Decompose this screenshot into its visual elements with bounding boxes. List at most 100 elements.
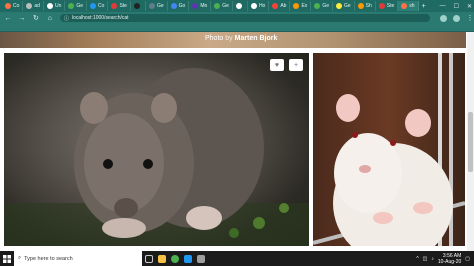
browser-tab[interactable]: Go (168, 1, 190, 11)
browser-tab[interactable]: Ge (65, 1, 88, 11)
tab-favicon-icon (314, 3, 321, 9)
close-icon[interactable]: ✕ (467, 3, 472, 10)
hero-banner: Photo by Marten Bjork (0, 32, 466, 48)
tab-label: Ex (301, 3, 308, 9)
chevron-up-icon[interactable]: ^ (416, 256, 418, 262)
tab-favicon-icon (133, 3, 140, 9)
browser-tab[interactable]: Sh (355, 1, 376, 11)
tab-label: Ge (222, 3, 229, 9)
tab-favicon-icon (401, 3, 408, 9)
photo-actions: ♥ + (270, 59, 303, 71)
tab-favicon-icon (26, 3, 33, 9)
browser-tab[interactable]: Ge (333, 1, 355, 11)
forward-icon[interactable]: → (18, 15, 26, 22)
reload-icon[interactable]: ↻ (32, 14, 40, 22)
tab-favicon-icon (335, 3, 342, 9)
browser-tab[interactable]: ad (23, 1, 44, 11)
tab-label: Co (13, 3, 20, 9)
vscode-icon[interactable] (181, 251, 194, 266)
like-button[interactable]: ♥ (270, 59, 284, 71)
tab-label: Sh (365, 3, 372, 9)
home-icon[interactable]: ⌂ (46, 15, 54, 22)
window-controls: — ☐ ✕ (440, 0, 472, 12)
tab-favicon-icon (192, 3, 199, 9)
tab-favicon-icon (235, 3, 242, 9)
tab-label: Ho (258, 3, 266, 9)
tab-favicon-icon (214, 3, 221, 9)
volume-icon[interactable]: ♪ (431, 256, 434, 262)
white-rat-photo-illustration (313, 53, 465, 246)
clock[interactable]: 3:56 AM 10-Aug-20 (438, 253, 461, 265)
browser-tab[interactable]: Mo (189, 1, 212, 11)
network-icon[interactable]: ◫ (423, 256, 428, 262)
tab-label: Ste (119, 3, 127, 9)
search-result-photo[interactable] (313, 53, 465, 246)
system-tray: ^ ◫ ♪ 3:56 AM 10-Aug-20 ▢ (416, 251, 470, 266)
tab-label: Co (98, 3, 105, 9)
tab-label: Mo (200, 3, 208, 9)
menu-icon[interactable]: ⋮ (466, 14, 474, 22)
back-icon[interactable]: ← (4, 15, 12, 22)
tab-favicon-icon (170, 3, 177, 9)
tab-label: ad (34, 3, 40, 9)
start-button[interactable] (0, 251, 14, 266)
tab-favicon-icon (357, 3, 364, 9)
browser-tab[interactable]: Co (2, 1, 24, 11)
add-to-collection-button[interactable]: + (289, 59, 303, 71)
photo-credit-author[interactable]: Marten Bjork (235, 35, 278, 42)
file-explorer-icon[interactable] (155, 251, 168, 266)
tab-label: Ste (386, 3, 395, 9)
browser-tab[interactable] (131, 1, 146, 11)
tab-label: Ab (280, 3, 287, 9)
tab-favicon-icon (293, 3, 300, 9)
taskbar-search[interactable]: ⌕ Type here to search (14, 251, 142, 266)
browser-tab[interactable]: Ste (108, 1, 131, 11)
new-tab-button[interactable]: + (419, 3, 429, 10)
tab-favicon-icon (5, 3, 11, 9)
photo-credit-by: by (225, 35, 233, 42)
scrollbar-thumb[interactable] (468, 112, 473, 172)
tab-label: Un (54, 3, 62, 9)
search-icon: ⌕ (18, 255, 22, 261)
browser-tab[interactable]: Ge (311, 1, 333, 11)
browser-tab[interactable]: Co (87, 1, 109, 11)
taskbar-search-placeholder: Type here to search (24, 255, 73, 262)
tab-favicon-icon (272, 3, 279, 9)
search-result-photo[interactable]: ♥ + (4, 53, 309, 246)
page-scrollbar[interactable] (467, 32, 474, 251)
tab-label: Go (178, 3, 186, 9)
tab-favicon-icon (378, 3, 385, 9)
chrome-icon[interactable] (168, 251, 181, 266)
address-bar[interactable]: ⓘ localhost:1000/search/cat (59, 14, 430, 22)
extension-icon[interactable] (439, 14, 447, 22)
windows-logo-icon (3, 254, 11, 263)
browser-tab[interactable]: sh (398, 1, 419, 11)
tab-label: Ge (322, 3, 329, 9)
browser-tab[interactable]: Un (44, 1, 66, 11)
browser-tab[interactable]: Ste (376, 1, 399, 11)
terminal-icon[interactable] (194, 251, 207, 266)
browser-tab[interactable]: Ho (248, 1, 270, 11)
task-view-icon[interactable] (142, 251, 155, 266)
browser-tab[interactable]: Ge (211, 1, 233, 11)
tab-favicon-icon (46, 3, 53, 9)
tab-label: Ge (76, 3, 84, 9)
tab-label: sh (409, 3, 415, 9)
tab-label: Ge (343, 3, 351, 9)
address-url: localhost:1000/search/cat (71, 15, 129, 21)
bookmarks-bar (0, 24, 474, 32)
browser-tab[interactable] (233, 1, 248, 11)
browser-tab[interactable]: Ex (290, 1, 312, 11)
minimize-icon[interactable]: — (440, 3, 446, 9)
tab-favicon-icon (148, 3, 155, 9)
page-viewport: Photo by Marten Bjork ♥ + (0, 32, 474, 251)
browser-tab[interactable]: Ge (146, 1, 168, 11)
maximize-icon[interactable]: ☐ (454, 3, 459, 10)
browser-tab-strip: Co ad Un Ge Co Ste Ge Go Mo Ge Ho Ab Ex Ge Ge Sh Ste sh + (0, 0, 474, 12)
rat-photo-illustration (4, 68, 309, 246)
windows-taskbar: ⌕ Type here to search ^ ◫ ♪ 3:56 AM 10-A… (0, 251, 474, 266)
browser-tab[interactable]: Ab (269, 1, 291, 11)
tab-favicon-icon (68, 3, 75, 9)
notifications-icon[interactable]: ▢ (465, 256, 470, 262)
profile-icon[interactable] (452, 14, 460, 22)
